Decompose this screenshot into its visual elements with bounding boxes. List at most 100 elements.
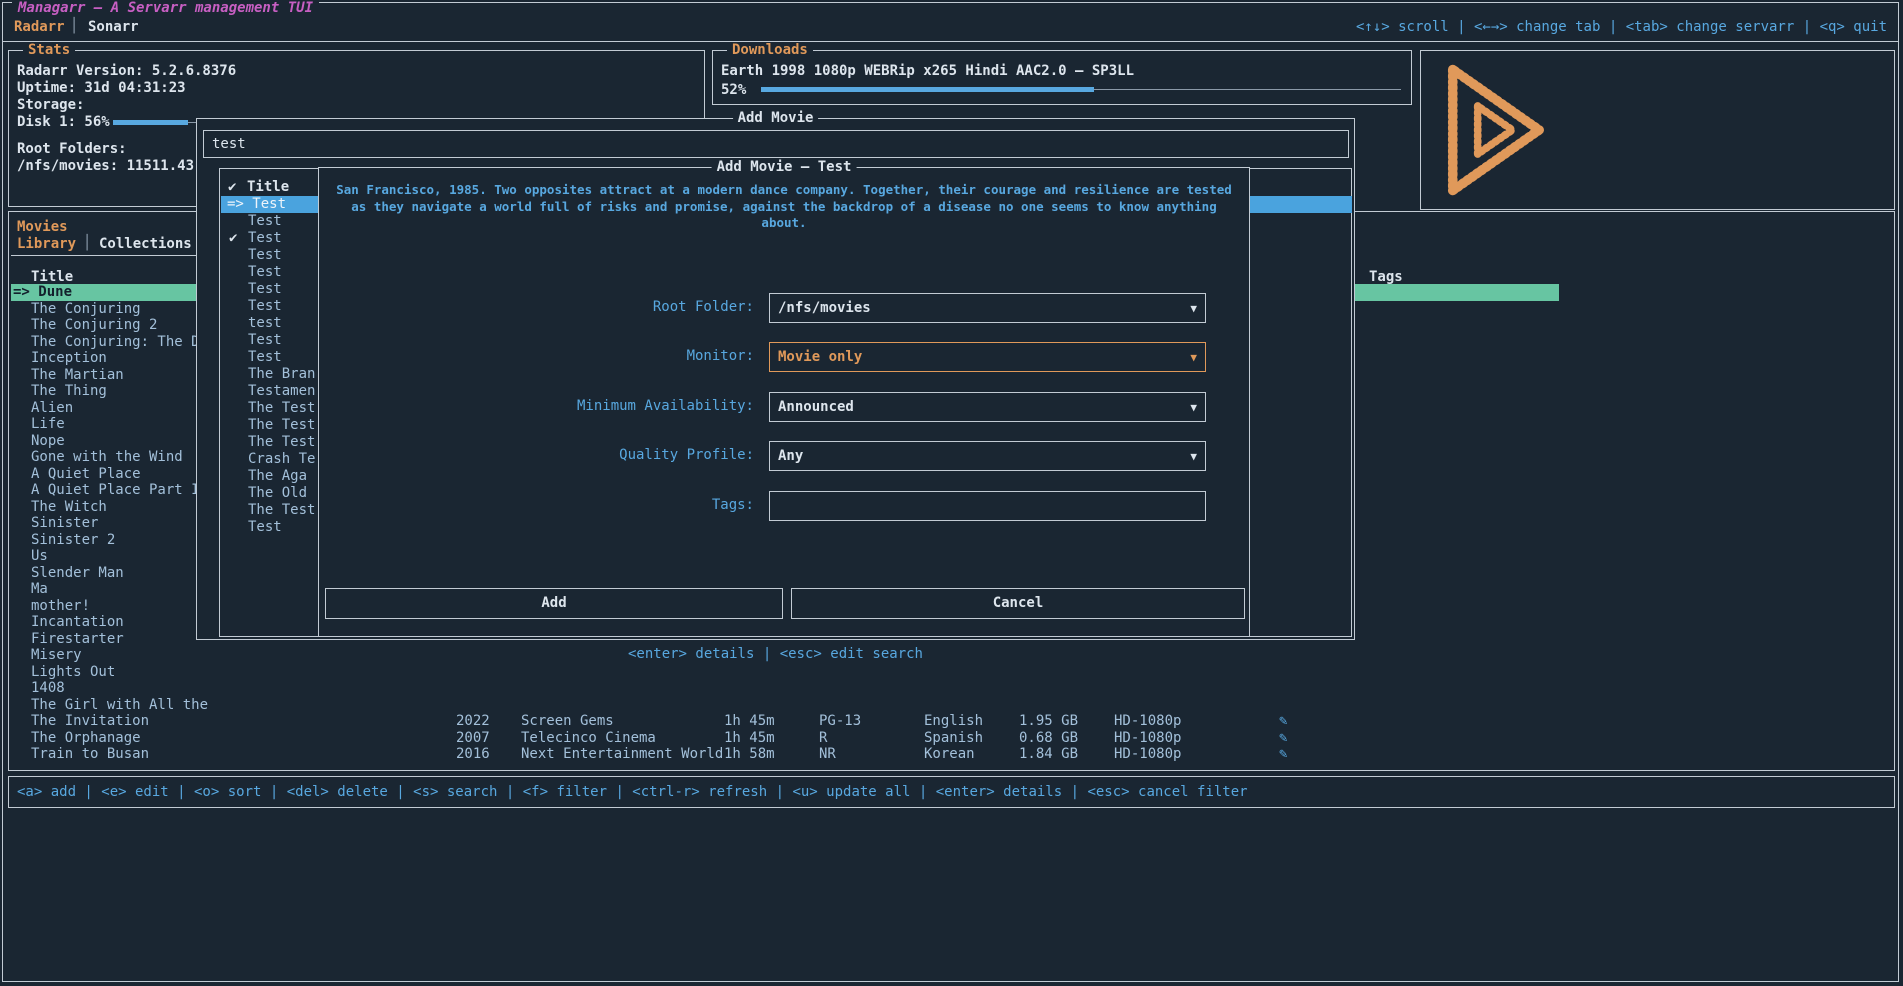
movie-title: mother! xyxy=(31,598,90,615)
movie-runtime: 1h 45m xyxy=(724,730,775,747)
movie-year: 2022 xyxy=(456,713,490,730)
movie-title: Sinister 2 xyxy=(31,532,115,549)
stats-panel-title: Stats xyxy=(23,42,75,58)
result-title: The Test xyxy=(248,400,315,417)
result-title: Test xyxy=(248,298,282,315)
movie-row[interactable]: The Invitation 2022 Screen Gems 1h 45m PG-13… xyxy=(11,713,1559,730)
movie-title: Slender Man xyxy=(31,565,124,582)
result-title: Crash Te xyxy=(248,451,315,468)
movie-row[interactable]: The Girl with All the xyxy=(11,697,1559,714)
dropdown-arrow-icon: ▼ xyxy=(1190,295,1197,323)
movie-title: The Invitation xyxy=(31,713,149,730)
movie-title: The Conjuring: The De xyxy=(31,334,208,351)
result-title: Test xyxy=(248,281,282,298)
servarr-tab-separator: │ xyxy=(70,18,78,34)
monitored-icon: ✎ xyxy=(1279,713,1287,730)
footer-bar: <a> add | <e> edit | <o> sort | <del> de… xyxy=(8,776,1895,808)
result-title: The Bran xyxy=(248,366,315,383)
movie-title: Inception xyxy=(31,350,107,367)
add-movie-popup: Add Movie — Test San Francisco, 1985. Tw… xyxy=(318,167,1250,637)
add-movie-modal-title: Add Movie xyxy=(733,110,819,126)
result-title: Test xyxy=(248,213,282,230)
movie-size: 1.84 GB xyxy=(1019,746,1078,763)
radarr-version: Radarr Version: 5.2.6.8376 xyxy=(17,63,236,79)
movie-quality: HD-1080p xyxy=(1114,730,1181,747)
header-divider xyxy=(2,41,1899,42)
monitored-icon: ✎ xyxy=(1279,730,1287,747)
managarr-app: Managarr — A Servarr management TUI Rada… xyxy=(0,0,1903,986)
movie-title: 1408 xyxy=(31,680,65,697)
movie-row[interactable]: The Orphanage2007Telecinco Cinema1h 45mR… xyxy=(11,730,1559,747)
movie-title: Firestarter xyxy=(31,631,124,648)
result-title: The Aga xyxy=(248,468,307,485)
minimum-availability-select-label: Minimum Availability: xyxy=(577,398,754,414)
results-title-column-header: Title xyxy=(247,179,289,195)
root-folder-select[interactable]: /nfs/movies▼ xyxy=(769,293,1206,323)
movie-title: Alien xyxy=(31,400,73,417)
movie-title: Nope xyxy=(31,433,65,450)
movie-title: The Martian xyxy=(31,367,124,384)
result-title: The Test xyxy=(248,434,315,451)
movie-language: Korean xyxy=(924,746,975,763)
movie-certification: PG-13 xyxy=(819,713,861,730)
movie-title: Misery xyxy=(31,647,82,664)
movie-quality: HD-1080p xyxy=(1114,713,1181,730)
movie-title: Ma xyxy=(31,581,48,598)
disk-usage-fill xyxy=(113,120,188,125)
header-keybind-help: <↑↓> scroll | <←→> change tab | <tab> ch… xyxy=(1356,19,1887,35)
monitor-select-value: Movie only xyxy=(778,343,862,371)
minimum-availability-select[interactable]: Announced▼ xyxy=(769,392,1206,422)
result-title: Test xyxy=(248,332,282,349)
movie-studio: Screen Gems xyxy=(521,713,614,730)
footer-keybind-help: <a> add | <e> edit | <o> sort | <del> de… xyxy=(17,784,1248,800)
movie-row[interactable]: Train to Busan2016Next Entertainment Wor… xyxy=(11,746,1559,763)
logo-panel xyxy=(1420,50,1895,210)
root-folders-heading: Root Folders: xyxy=(17,141,127,157)
movie-title: Life xyxy=(31,416,65,433)
quality-profile-select-value: Any xyxy=(778,442,803,470)
movie-title: Us xyxy=(31,548,48,565)
add-button[interactable]: Add xyxy=(325,588,783,619)
tags-input[interactable] xyxy=(769,491,1206,521)
movie-studio: Telecinco Cinema xyxy=(521,730,656,747)
movie-title: Incantation xyxy=(31,614,124,631)
storage-heading: Storage: xyxy=(17,97,84,113)
movie-row[interactable]: Lights Out xyxy=(11,664,1559,681)
results-check-column-header: ✔ xyxy=(228,179,236,195)
movie-quality: HD-1080p xyxy=(1114,746,1181,763)
movie-language: English xyxy=(924,713,983,730)
movie-title: => Dune xyxy=(13,284,72,301)
movie-year: 2007 xyxy=(456,730,490,747)
movie-size: 0.68 GB xyxy=(1019,730,1078,747)
movie-row[interactable]: 1408 xyxy=(11,680,1559,697)
movie-title: The Orphanage xyxy=(31,730,141,747)
add-movie-search-input[interactable] xyxy=(204,131,1348,157)
root-folder-select-label: Root Folder: xyxy=(653,299,754,315)
result-title: Test xyxy=(248,247,282,264)
tab-sonarr[interactable]: Sonarr xyxy=(88,19,139,35)
dropdown-arrow-icon: ▼ xyxy=(1190,394,1197,422)
downloads-panel: Downloads Earth 1998 1080p WEBRip x265 H… xyxy=(712,50,1412,105)
cancel-button[interactable]: Cancel xyxy=(791,588,1245,619)
movie-title: The Girl with All the xyxy=(31,697,208,714)
root-folder-value: /nfs/movies: 11511.43 GB xyxy=(17,158,219,174)
quality-profile-select-label: Quality Profile: xyxy=(619,447,754,463)
tags-input-label: Tags: xyxy=(712,497,754,513)
download-progress-gauge xyxy=(761,87,1401,92)
movie-title: The Thing xyxy=(31,383,107,400)
movie-language: Spanish xyxy=(924,730,983,747)
movie-title: Sinister xyxy=(31,515,98,532)
monitored-icon: ✎ xyxy=(1279,746,1287,763)
quality-profile-select[interactable]: Any▼ xyxy=(769,441,1206,471)
result-title: Test xyxy=(248,519,282,536)
result-title: The Test xyxy=(248,417,315,434)
monitor-select[interactable]: Movie only▼ xyxy=(769,342,1206,372)
movie-year: 2016 xyxy=(456,746,490,763)
download-progress-fill xyxy=(761,87,1094,92)
movie-title: Lights Out xyxy=(31,664,115,681)
movie-runtime: 1h 58m xyxy=(724,746,775,763)
movie-runtime: 1h 45m xyxy=(724,713,775,730)
movie-title: Train to Busan xyxy=(31,746,149,763)
result-title: The Test xyxy=(248,502,315,519)
tab-radarr[interactable]: Radarr xyxy=(14,19,65,35)
